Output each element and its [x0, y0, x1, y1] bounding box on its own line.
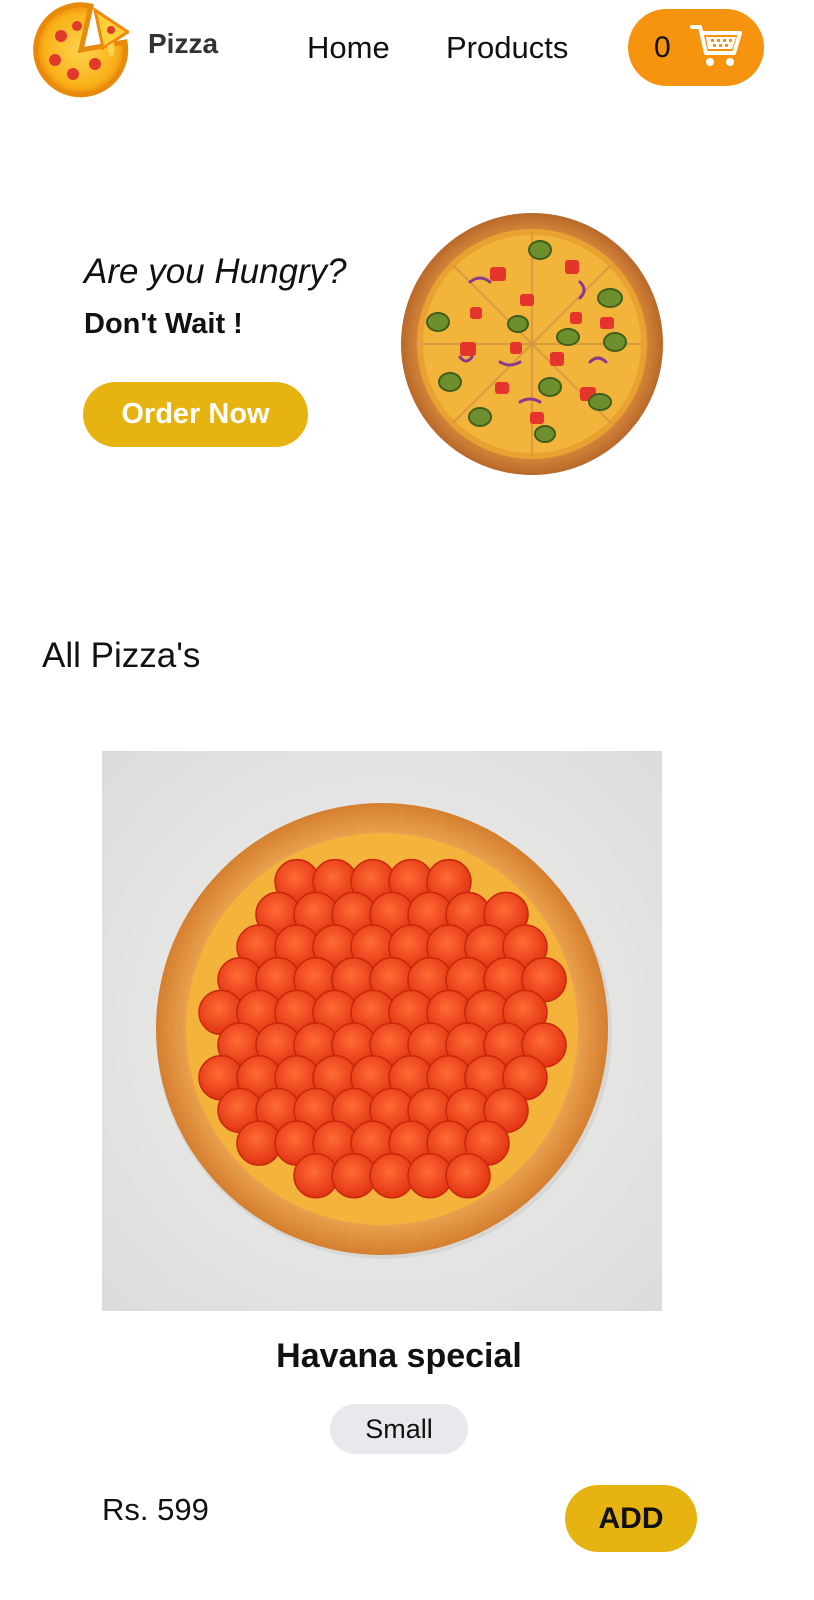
brand-name[interactable]: Pizza	[148, 28, 218, 60]
veggie-pizza-image	[401, 213, 663, 475]
pepperoni-pizza-image	[102, 751, 662, 1311]
pizza-logo-icon[interactable]	[33, 2, 129, 98]
nav-link-products[interactable]: Products	[446, 30, 568, 66]
cart-button[interactable]: 0	[628, 9, 764, 86]
order-now-button[interactable]: Order Now	[83, 382, 308, 447]
add-to-cart-button[interactable]: ADD	[565, 1485, 697, 1552]
hero-tagline: Don't Wait !	[84, 308, 243, 340]
size-option[interactable]: Small	[330, 1404, 468, 1454]
section-title: All Pizza's	[42, 636, 201, 675]
shopping-cart-icon	[690, 25, 742, 66]
product-name: Havana special	[276, 1337, 522, 1375]
hero-question: Are you Hungry?	[84, 252, 347, 291]
product-price: Rs. 599	[102, 1492, 209, 1527]
cart-count: 0	[654, 31, 671, 64]
nav-link-home[interactable]: Home	[307, 30, 390, 66]
